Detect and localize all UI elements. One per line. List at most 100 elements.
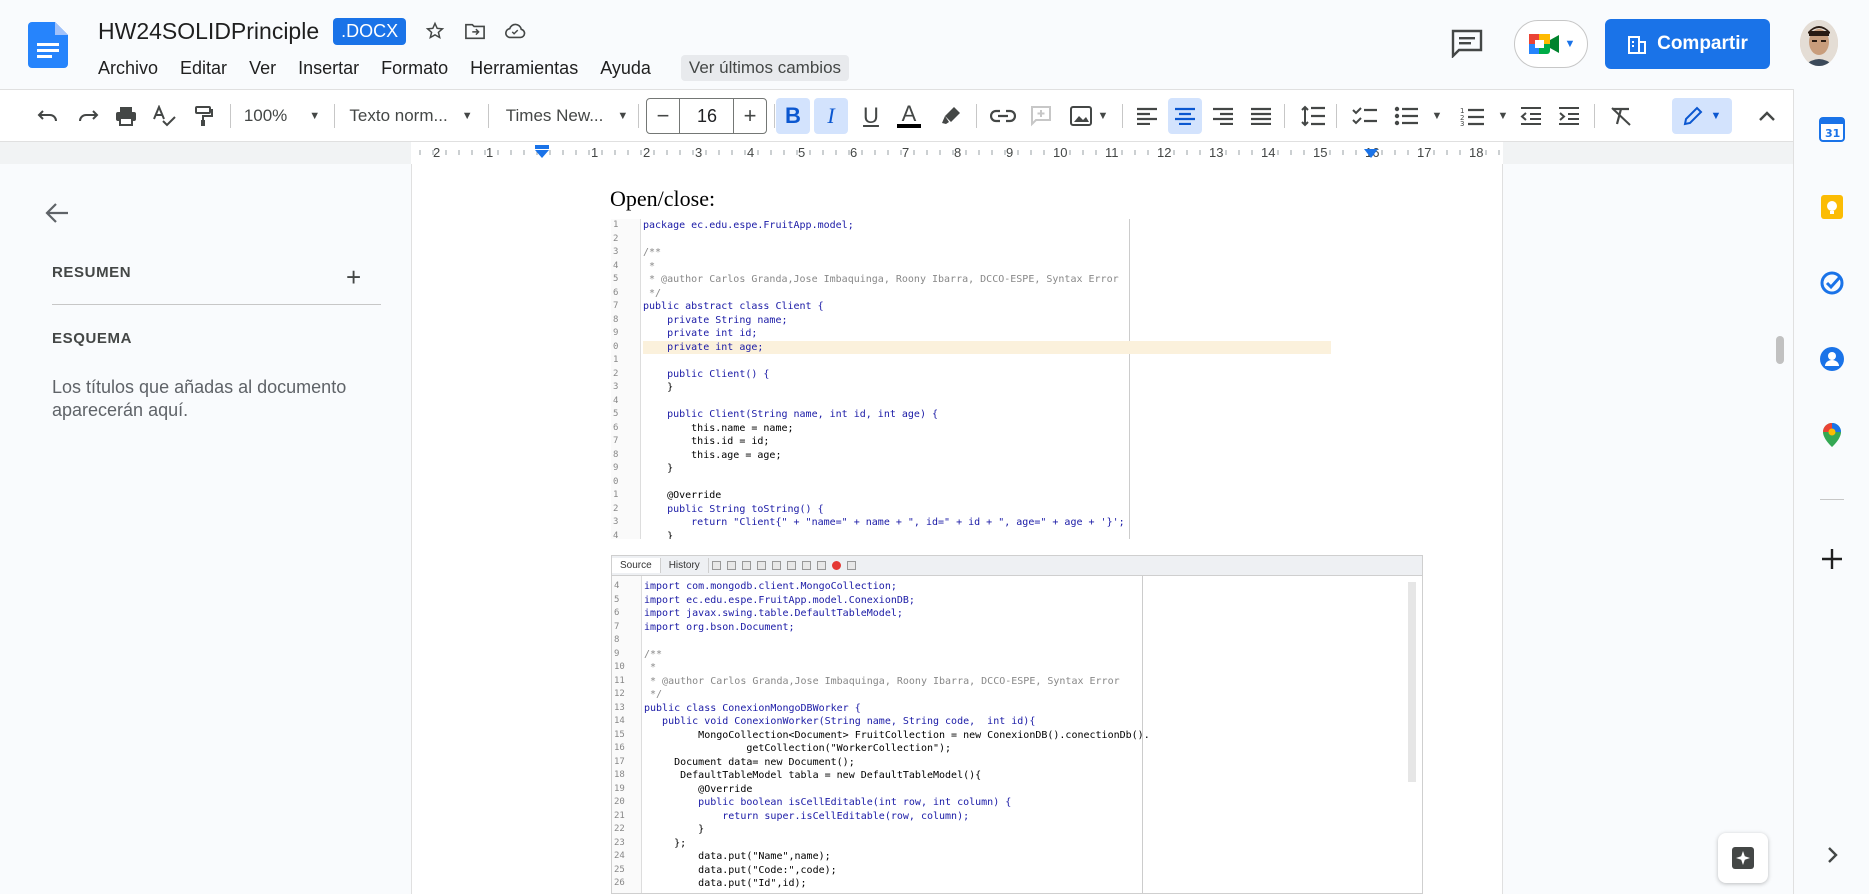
hide-menus-button[interactable] [1752, 98, 1782, 134]
ruler-number: 12 [1157, 145, 1172, 160]
decrease-font-size-button[interactable]: − [646, 98, 680, 134]
menu-editar[interactable]: Editar [180, 58, 227, 79]
code-line: */ [643, 287, 662, 299]
paragraph-style-select[interactable]: Texto norm... ▼ [346, 98, 476, 134]
bulleted-list-button[interactable]: ▼ [1390, 98, 1446, 134]
menu-archivo[interactable]: Archivo [98, 58, 158, 79]
checklist-button[interactable] [1348, 98, 1382, 134]
code-line: */ [644, 689, 663, 700]
font-family-select[interactable]: Times New... ▼ [500, 98, 634, 134]
line-number: 2 [613, 503, 619, 514]
ruler-number: 4 [747, 145, 755, 160]
document-title[interactable]: HW24SOLIDPrinciple [98, 18, 319, 45]
comments-icon[interactable] [1450, 28, 1484, 58]
highlight-color-button[interactable] [934, 98, 968, 134]
star-icon[interactable] [424, 20, 446, 42]
cloud-saved-icon[interactable] [504, 20, 526, 42]
print-button[interactable] [112, 98, 140, 134]
align-left-button[interactable] [1130, 98, 1164, 134]
clear-formatting-button[interactable] [1604, 98, 1638, 134]
align-right-button[interactable] [1206, 98, 1240, 134]
docs-logo-icon[interactable] [28, 22, 68, 68]
menu-formato[interactable]: Formato [381, 58, 448, 79]
decrease-indent-button[interactable] [1514, 98, 1548, 134]
code-line: } [643, 530, 674, 540]
code-screenshot-worker[interactable]: Source History import com.mongodb.client… [611, 555, 1423, 894]
code-line: public boolean isCellEditable(int row, i… [644, 797, 1012, 808]
svg-text:3: 3 [1460, 120, 1464, 126]
code-line: /** [643, 247, 662, 258]
add-summary-button[interactable]: + [346, 262, 361, 293]
ruler[interactable]: 2 1 1 2 3 4 5 6 7 8 9 10 11 12 13 14 15 … [0, 142, 1793, 164]
insert-link-button[interactable] [986, 98, 1020, 134]
add-comment-button[interactable] [1024, 98, 1058, 134]
share-button[interactable]: Compartir [1605, 19, 1770, 69]
add-addon-icon[interactable] [1818, 545, 1846, 573]
line-number: 3 [613, 247, 619, 257]
line-number: 9 [614, 648, 620, 659]
ide-scrollbar[interactable] [1408, 582, 1416, 782]
menu-ayuda[interactable]: Ayuda [600, 58, 651, 79]
keep-icon[interactable] [1818, 193, 1846, 221]
line-number: 19 [614, 783, 625, 794]
section-heading[interactable]: Open/close: [610, 186, 715, 212]
share-building-icon [1628, 36, 1647, 54]
insert-image-button[interactable]: ▼ [1064, 98, 1114, 134]
back-arrow-icon[interactable] [44, 202, 70, 224]
line-number: 0 [613, 476, 619, 487]
code-line: getCollection("WorkerCollection"); [644, 743, 952, 754]
line-number: 8 [613, 449, 619, 460]
back-icon [711, 561, 721, 570]
chevron-down-icon: ▼ [1097, 110, 1109, 122]
code-screenshot-client[interactable]: package ec.edu.espe.FruitApp.model; /** *… [611, 219, 1331, 539]
left-indent-marker[interactable] [534, 145, 550, 161]
undo-button[interactable] [34, 98, 62, 134]
redo-button[interactable] [74, 98, 102, 134]
contacts-icon[interactable] [1818, 345, 1846, 373]
page-scrollbar-thumb[interactable] [1776, 336, 1784, 364]
zoom-select[interactable]: 100% ▼ [240, 98, 324, 134]
move-folder-icon[interactable] [464, 20, 486, 42]
calendar-icon[interactable]: 31 [1818, 115, 1846, 143]
text-color-button[interactable]: A [892, 98, 926, 134]
maps-icon[interactable] [1818, 421, 1846, 449]
tab-source[interactable]: Source [612, 558, 661, 573]
increase-font-size-button[interactable]: + [733, 98, 767, 134]
italic-button[interactable]: I [814, 98, 848, 134]
menu-herramientas[interactable]: Herramientas [470, 58, 578, 79]
editing-mode-button[interactable]: ▼ [1672, 98, 1732, 134]
document-page[interactable]: Open/close: package ec.edu.espe.FruitApp… [411, 164, 1503, 894]
chevron-right-icon[interactable] [1818, 841, 1846, 869]
align-center-button[interactable] [1168, 98, 1202, 134]
last-changes-link[interactable]: Ver últimos cambios [680, 55, 850, 81]
spellcheck-button[interactable] [150, 98, 178, 134]
italic-icon: I [827, 103, 835, 128]
outline-heading: ESQUEMA [52, 330, 133, 347]
paint-format-button[interactable] [190, 98, 218, 134]
font-size-input[interactable]: 16 [680, 98, 734, 134]
menu-insertar[interactable]: Insertar [298, 58, 359, 79]
meet-button[interactable]: ▼ [1514, 20, 1588, 68]
underline-button[interactable]: U [854, 98, 888, 134]
ruler-number: 1 [591, 145, 599, 160]
line-spacing-button[interactable] [1296, 98, 1330, 134]
toolbar-divider [488, 104, 489, 128]
line-number: 2 [613, 368, 619, 379]
numbered-list-button[interactable]: 123 ▼ [1456, 98, 1512, 134]
code-line: private int age; [643, 340, 1331, 354]
justify-button[interactable] [1244, 98, 1278, 134]
tasks-icon[interactable] [1818, 269, 1846, 297]
right-indent-marker[interactable] [1363, 147, 1379, 161]
explore-assist-button[interactable] [1718, 833, 1768, 883]
line-number: 7 [613, 436, 619, 446]
line-number: 13 [614, 702, 625, 713]
code-line: } [643, 382, 674, 393]
avatar[interactable] [1800, 20, 1838, 66]
font-family-value: Times New... [505, 106, 604, 125]
tab-history[interactable]: History [661, 558, 709, 573]
increase-indent-button[interactable] [1552, 98, 1586, 134]
code-line: public void ConexionWorker(String name, … [644, 716, 1036, 727]
ruler-ticks [419, 150, 1500, 155]
bold-button[interactable]: B [776, 98, 810, 134]
menu-ver[interactable]: Ver [249, 58, 276, 79]
